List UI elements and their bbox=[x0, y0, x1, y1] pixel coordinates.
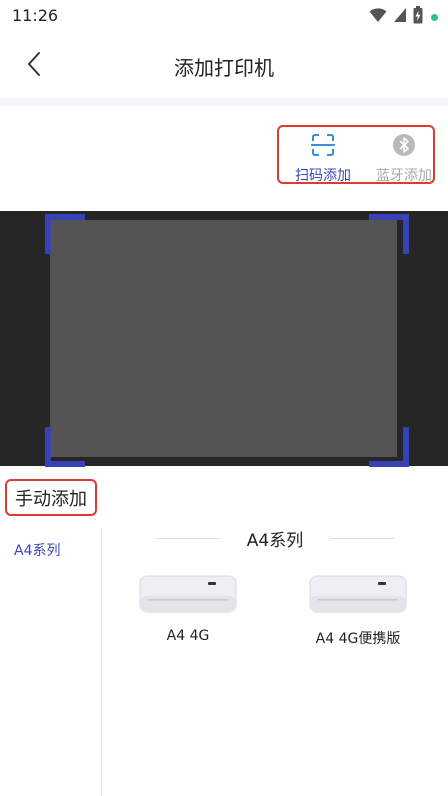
scan-corner-top-right bbox=[369, 214, 409, 254]
product-name: A4 4G便携版 bbox=[315, 631, 401, 647]
scan-area bbox=[50, 220, 397, 457]
product-item-a4-4g[interactable]: A4 4G bbox=[128, 572, 248, 662]
category-item-a4[interactable]: A4系列 bbox=[14, 540, 60, 560]
scan-icon bbox=[310, 133, 336, 161]
notification-dot-icon bbox=[431, 13, 438, 21]
product-list: A4系列 A4 4G A4 4G便携版 bbox=[102, 510, 448, 796]
divider-line bbox=[330, 538, 394, 539]
scan-corner-bottom-left bbox=[45, 427, 85, 467]
printer-image bbox=[308, 574, 408, 614]
bluetooth-add-button[interactable]: 蓝牙添加 bbox=[369, 133, 439, 184]
manual-add-label: 手动添加 bbox=[15, 488, 87, 510]
scan-corner-top-left bbox=[45, 214, 85, 254]
battery-charging-icon bbox=[413, 6, 423, 28]
add-method-group: 扫码添加 蓝牙添加 bbox=[277, 125, 435, 184]
status-bar: 11:26 bbox=[0, 0, 448, 32]
product-name: A4 4G bbox=[166, 628, 210, 644]
series-title: A4系列 bbox=[246, 531, 304, 551]
qr-scanner-view[interactable] bbox=[0, 211, 448, 467]
page-title: 添加打印机 bbox=[174, 56, 274, 80]
scan-add-label: 扫码添加 bbox=[295, 168, 351, 184]
header-divider bbox=[0, 98, 448, 106]
signal-icon bbox=[393, 7, 407, 27]
printer-image bbox=[138, 574, 238, 614]
series-header: A4系列 bbox=[102, 520, 448, 551]
scan-corner-bottom-right bbox=[369, 427, 409, 467]
scan-add-button[interactable]: 扫码添加 bbox=[288, 133, 358, 184]
status-time: 11:26 bbox=[12, 6, 59, 25]
bluetooth-add-label: 蓝牙添加 bbox=[376, 168, 432, 184]
app-header: 添加打印机 bbox=[0, 32, 448, 98]
wifi-icon bbox=[369, 7, 387, 27]
status-icons bbox=[369, 6, 438, 28]
category-sidebar: A4系列 bbox=[0, 528, 102, 796]
manual-add-title: 手动添加 bbox=[5, 479, 97, 516]
bluetooth-icon bbox=[392, 133, 416, 161]
product-item-a4-4g-portable[interactable]: A4 4G便携版 bbox=[298, 572, 418, 662]
